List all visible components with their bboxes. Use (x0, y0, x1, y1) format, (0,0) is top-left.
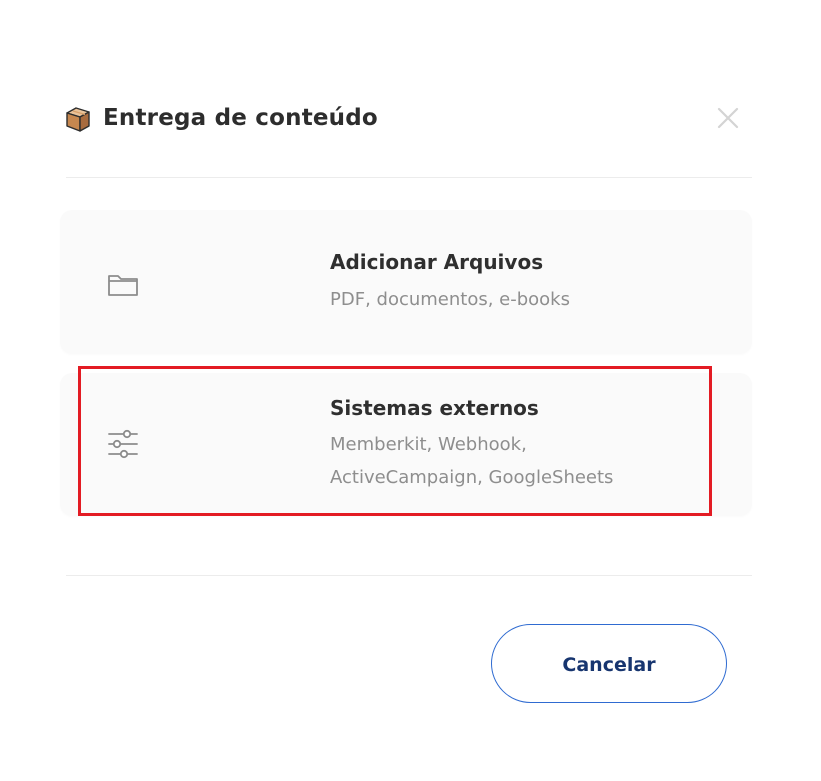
option-add-files[interactable]: Adicionar Arquivos PDF, documentos, e-bo… (60, 210, 752, 354)
description-line: Memberkit, Webhook, (330, 434, 527, 455)
footer-divider (66, 575, 752, 576)
dialog-title: Entrega de conteúdo (103, 105, 378, 131)
option-title-external-systems: Sistemas externos (330, 396, 539, 420)
package-icon (62, 103, 94, 135)
description-line: ActiveCampaign, GoogleSheets (330, 467, 614, 488)
description-line: PDF, documentos, e-books (330, 289, 570, 310)
content-delivery-dialog: Entrega de conteúdo Adicionar Arquivos P… (0, 0, 821, 781)
header-divider (66, 177, 752, 178)
close-button[interactable] (714, 104, 742, 132)
option-description-add-files: PDF, documentos, e-books (330, 283, 570, 316)
option-title-add-files: Adicionar Arquivos (330, 250, 544, 274)
option-description-external-systems: Memberkit, Webhook, ActiveCampaign, Goog… (330, 428, 613, 494)
option-external-systems[interactable]: Sistemas externos Memberkit, Webhook, Ac… (60, 373, 752, 516)
dialog-footer: Cancelar (0, 610, 821, 730)
sliders-icon (105, 426, 141, 462)
folder-icon (105, 266, 141, 302)
cancel-button[interactable]: Cancelar (491, 624, 727, 703)
dialog-header: Entrega de conteúdo (62, 100, 752, 140)
close-icon (717, 107, 739, 129)
